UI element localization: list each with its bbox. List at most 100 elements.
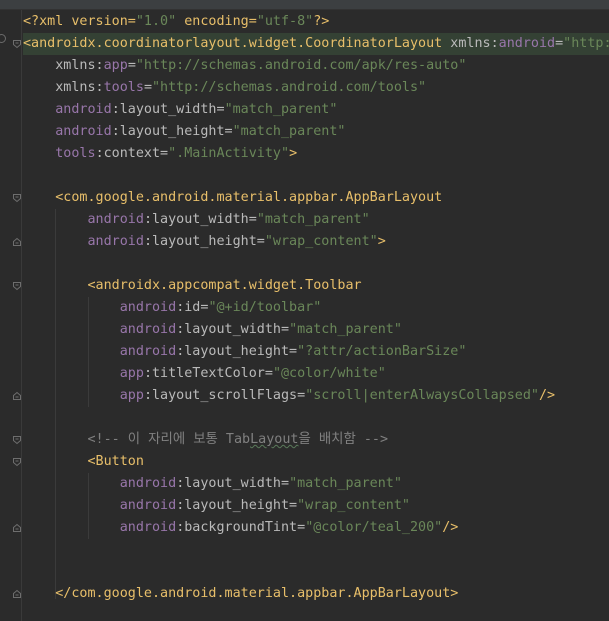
code-line[interactable]: xmlns:tools="http://schemas.android.com/… (23, 77, 609, 99)
code-line[interactable]: android:backgroundTint="@color/teal_200"… (23, 517, 609, 539)
code-token: xmlns: (23, 58, 104, 73)
code-token: > (377, 234, 386, 249)
fold-open-icon[interactable] (12, 457, 22, 467)
code-token: tools (55, 146, 96, 161)
code-line[interactable]: </com.google.android.material.appbar.App… (23, 583, 609, 605)
code-line[interactable]: app:layout_scrollFlags="scroll|enterAlwa… (23, 385, 609, 407)
code-line[interactable]: <androidx.appcompat.widget.Toolbar (23, 275, 609, 297)
code-line[interactable]: <com.google.android.material.appbar.AppB… (23, 187, 609, 209)
code-token: /> (538, 388, 556, 403)
code-token: android (119, 344, 177, 359)
code-token: android (119, 300, 177, 315)
code-token: ".MainActivity" (168, 146, 290, 161)
code-token: :titleTextColor= (143, 366, 273, 381)
code-token: android (119, 520, 177, 535)
code-token: "http: (563, 36, 609, 51)
code-token: /> (442, 520, 459, 535)
code-token: android (498, 36, 556, 51)
fold-open-icon[interactable] (12, 281, 22, 291)
code-token: android (87, 212, 144, 227)
code-line[interactable]: android:layout_height="wrap_content"> (23, 231, 609, 253)
code-line[interactable]: <Button (23, 451, 609, 473)
code-token: "@color/white" (272, 366, 386, 381)
code-token: :context= (95, 146, 169, 161)
code-editor[interactable]: <?xml version="1.0" encoding="utf-8"?> <a… (23, 11, 609, 605)
code-token: "wrap_content" (264, 234, 378, 249)
code-line[interactable]: android:layout_height="?attr/actionBarSi… (23, 341, 609, 363)
code-token: app (103, 58, 128, 73)
code-token: "match_parent" (224, 102, 338, 117)
code-line[interactable]: <androidx.coordinatorlayout.widget.Coord… (23, 33, 609, 55)
code-line[interactable]: <!-- 이 자리에 보통 TabLayout을 배치함 --> (23, 429, 609, 451)
code-token: android (87, 234, 144, 249)
code-token: android (119, 322, 177, 337)
fold-close-icon[interactable] (12, 523, 22, 533)
code-token: :id= (176, 300, 209, 315)
code-token: "wrap_content" (297, 498, 410, 513)
code-line[interactable]: tools:context=".MainActivity"> (23, 143, 609, 165)
code-token: Layout (250, 432, 299, 447)
code-token: :layout_width= (111, 102, 225, 117)
code-token: :layout_width= (176, 322, 290, 337)
code-line[interactable] (23, 561, 609, 583)
fold-close-icon[interactable] (12, 589, 22, 599)
fold-open-icon[interactable] (12, 39, 22, 49)
code-line[interactable]: android:layout_width="match_parent" (23, 473, 609, 495)
code-line[interactable]: <?xml version="1.0" encoding="utf-8"?> (23, 11, 609, 33)
code-token: <!-- 이 자리에 보통 Tab (23, 432, 251, 447)
code-token: "@color/teal_200" (305, 520, 443, 535)
code-token: "?attr/actionBarSize" (297, 344, 467, 359)
code-line[interactable] (23, 539, 609, 561)
code-token: "scroll|enterAlwaysCollapsed" (305, 388, 539, 403)
code-token: <androidx.appcompat.widget.Toolbar (23, 278, 362, 293)
code-token: android (55, 124, 112, 139)
code-token: :backgroundTint= (176, 520, 306, 535)
code-token: > (289, 146, 298, 161)
code-token: android (119, 476, 177, 491)
code-token: "utf-8" (256, 14, 314, 29)
code-line[interactable]: xmlns:app="http://schemas.android.com/ap… (23, 55, 609, 77)
fold-close-icon[interactable] (12, 391, 22, 401)
code-line[interactable]: android:layout_height="match_parent" (23, 121, 609, 143)
code-line[interactable]: android:layout_width="match_parent" (23, 99, 609, 121)
code-line[interactable]: android:layout_width="match_parent" (23, 209, 609, 231)
code-token: tools (103, 80, 144, 95)
fold-close-icon[interactable] (12, 237, 22, 247)
code-token: <com.google.android.material.appbar.AppB… (23, 190, 443, 205)
fold-open-icon[interactable] (12, 193, 22, 203)
code-token: :layout_scrollFlags= (143, 388, 306, 403)
code-token: "1.0" (135, 14, 177, 29)
code-token: encoding= (176, 14, 257, 29)
fold-open-icon[interactable] (12, 435, 22, 445)
code-line[interactable] (23, 165, 609, 187)
code-token: app (119, 388, 144, 403)
code-token: "match_parent" (289, 476, 402, 491)
code-token: <?xml version= (23, 14, 136, 29)
code-token: :layout_height= (176, 498, 298, 513)
code-token: "@+id/toolbar" (208, 300, 322, 315)
code-token: "match_parent" (232, 124, 346, 139)
code-token: = (143, 80, 152, 95)
code-token: 을 배치함 --> (298, 432, 389, 447)
code-token: :layout_width= (143, 212, 257, 227)
editor-tab-strip (0, 0, 609, 10)
code-line[interactable] (23, 407, 609, 429)
code-line[interactable]: android:layout_width="match_parent" (23, 319, 609, 341)
code-line[interactable]: app:titleTextColor="@color/white" (23, 363, 609, 385)
code-token: </com.google.android.material.appbar.App… (23, 586, 459, 601)
code-token: :layout_width= (176, 476, 290, 491)
code-token: <Button (23, 454, 144, 469)
code-line[interactable]: android:id="@+id/toolbar" (23, 297, 609, 319)
code-line[interactable]: android:layout_height="wrap_content" (23, 495, 609, 517)
code-token: xmlns: (442, 36, 499, 51)
code-token: "match_parent" (256, 212, 370, 227)
code-token: = (555, 36, 564, 51)
code-line[interactable] (23, 253, 609, 275)
